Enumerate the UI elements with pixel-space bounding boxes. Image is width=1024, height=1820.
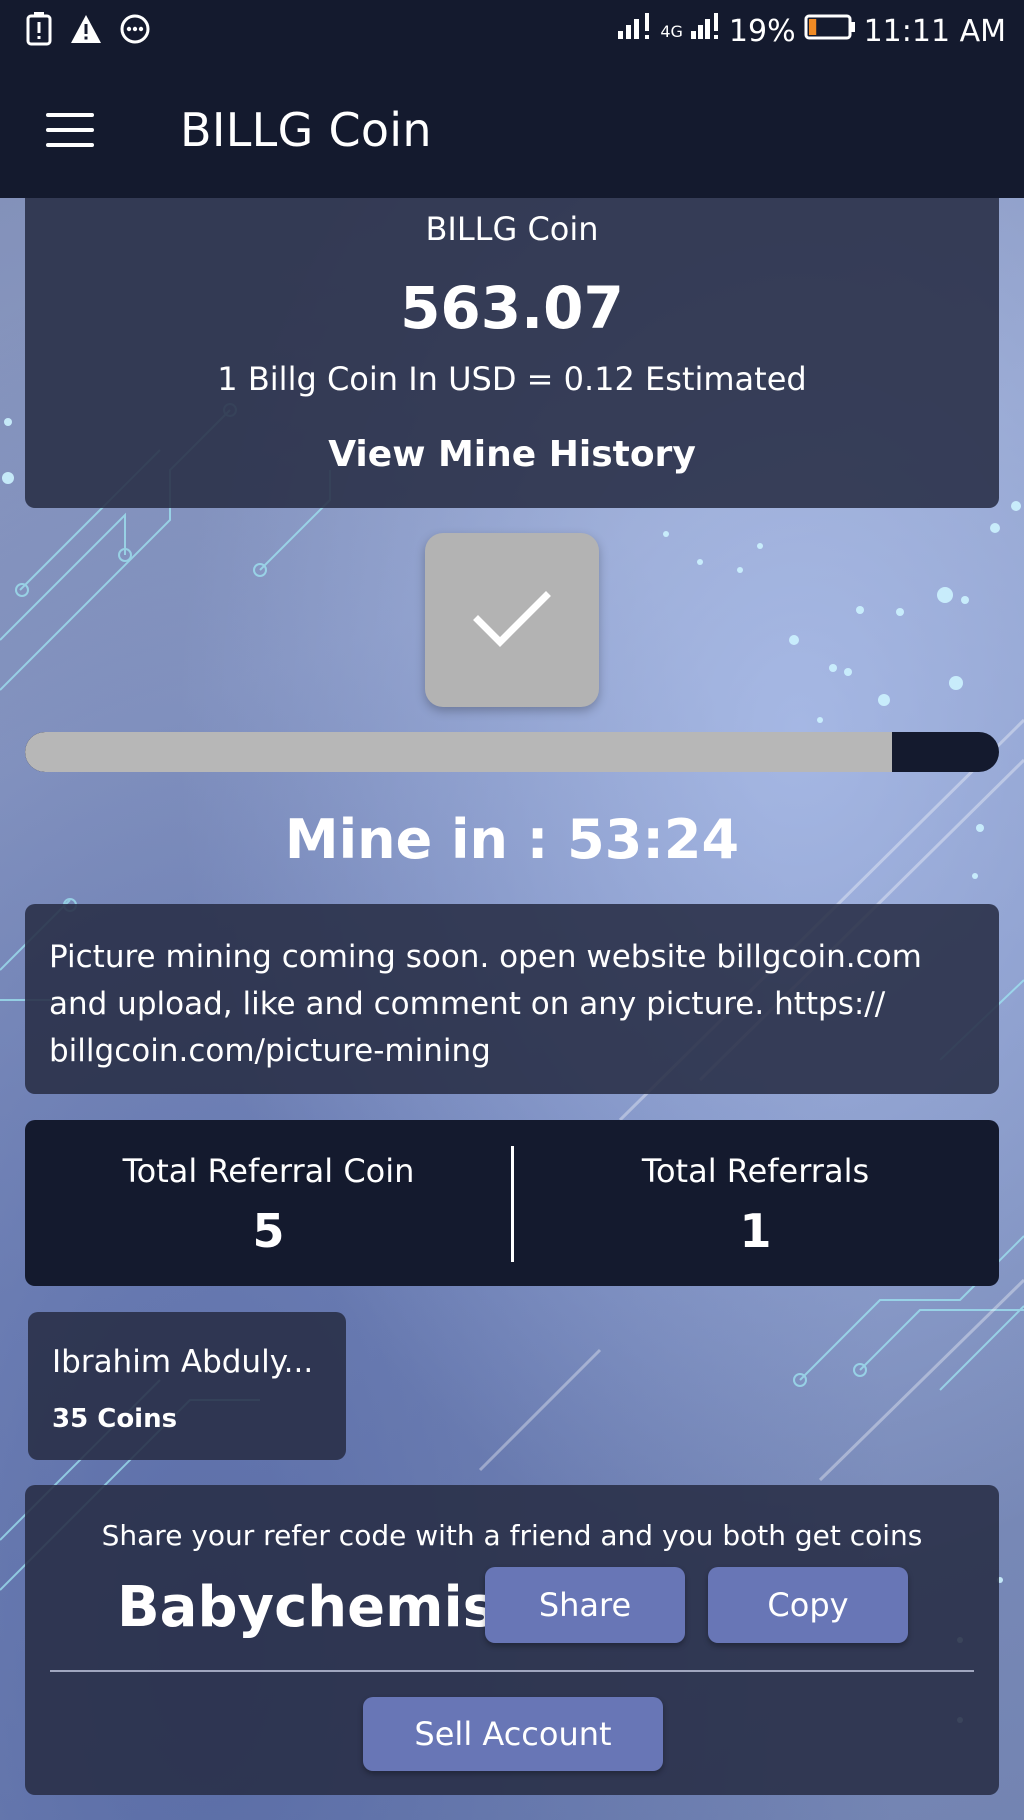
referred-user-name: Ibrahim Abduly... — [52, 1344, 314, 1380]
status-bar: 4G 19% 11:11 AM — [0, 0, 1024, 62]
battery-icon — [804, 13, 856, 49]
share-card: Share your refer code with a friend and … — [25, 1485, 999, 1795]
total-referrals: Total Referrals 1 — [512, 1120, 999, 1286]
copy-button[interactable]: Copy — [708, 1567, 908, 1643]
battery-alert-icon — [26, 12, 52, 50]
stats-divider — [511, 1146, 514, 1262]
battery-percent: 19% — [728, 13, 796, 49]
sell-account-button[interactable]: Sell Account — [363, 1697, 663, 1771]
referral-stats-card: Total Referral Coin 5 Total Referrals 1 — [25, 1120, 999, 1286]
mining-progress-fill — [25, 732, 892, 772]
signal-4g-icon — [690, 13, 721, 49]
mine-timer: Mine in : 53:24 — [284, 808, 740, 871]
warning-icon — [70, 14, 102, 48]
checkmark-icon — [473, 591, 551, 647]
notice-text: Picture mining coming soon. open website… — [49, 939, 922, 1069]
mine-button[interactable] — [425, 533, 599, 707]
refer-code: Babychemist — [117, 1575, 523, 1640]
hamburger-menu-icon[interactable] — [46, 113, 94, 147]
share-divider — [50, 1670, 974, 1672]
notice-card: Picture mining coming soon. open website… — [25, 904, 999, 1094]
referred-user-coins: 35 Coins — [52, 1404, 178, 1434]
total-referral-coin-value: 5 — [252, 1204, 285, 1258]
total-referral-coin-label: Total Referral Coin — [122, 1152, 415, 1190]
signal-icon — [618, 13, 652, 49]
more-circle-icon — [120, 14, 150, 48]
app-title: BILLG Coin — [180, 103, 432, 157]
share-message: Share your refer code with a friend and … — [101, 1519, 923, 1552]
share-button[interactable]: Share — [485, 1567, 685, 1643]
clock-time: 11:11 AM — [863, 13, 1006, 49]
app-bar: BILLG Coin — [0, 62, 1024, 198]
network-type-label: 4G — [660, 21, 683, 41]
mining-progress-bar — [25, 732, 999, 772]
total-referrals-label: Total Referrals — [641, 1152, 870, 1190]
view-mine-history-link[interactable]: View Mine History — [25, 434, 999, 475]
balance-card: BILLG Coin 563.07 1 Billg Coin In USD = … — [25, 198, 999, 508]
total-referrals-value: 1 — [739, 1204, 772, 1258]
coin-label: BILLG Coin — [425, 210, 599, 248]
status-right-indicators: 4G 19% 11:11 AM — [618, 13, 1006, 49]
coin-balance: 563.07 — [400, 274, 624, 342]
usd-rate: 1 Billg Coin In USD = 0.12 Estimated — [217, 360, 807, 398]
referred-user-card[interactable]: Ibrahim Abduly... 35 Coins — [28, 1312, 346, 1460]
total-referral-coin: Total Referral Coin 5 — [25, 1120, 512, 1286]
status-left-icons — [26, 12, 150, 50]
